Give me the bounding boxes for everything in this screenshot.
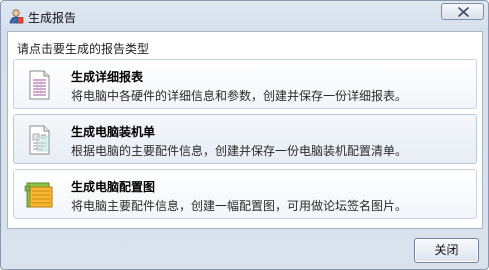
option-description: 根据电脑的主要配件信息，创建并保存一份电脑装机配置清单。 <box>71 144 408 158</box>
option-title: 生成电脑配置图 <box>71 180 156 194</box>
document-list-icon <box>29 125 50 155</box>
prompt-text: 请点击要生成的报告类型 <box>17 42 150 56</box>
close-icon <box>458 7 469 17</box>
report-dialog: 生成报告 请点击要生成的报告类型 生成详细报表 将电脑中各硬件的详细信息和参数，… <box>0 0 489 270</box>
window-title: 生成报告 <box>28 11 77 25</box>
content-panel: 请点击要生成的报告类型 生成详细报表 将电脑中各硬件的详细信息和参数，创建并保存… <box>7 31 483 229</box>
option-build-list[interactable]: 生成电脑装机单 根据电脑的主要配件信息，创建并保存一份电脑装机配置清单。 <box>13 114 477 164</box>
close-button[interactable]: 关闭 <box>414 238 479 263</box>
report-sheet-icon <box>29 70 50 100</box>
option-detailed-report[interactable]: 生成详细报表 将电脑中各硬件的详细信息和参数，创建并保存一份详细报表。 <box>13 59 477 109</box>
option-title: 生成电脑装机单 <box>71 125 156 139</box>
app-person-icon <box>9 9 24 24</box>
config-image-icon <box>24 182 53 208</box>
title-bar[interactable]: 生成报告 <box>1 1 488 31</box>
option-description: 将电脑主要配件信息，创建一幅配置图，可用做论坛签名图片。 <box>71 199 408 213</box>
option-description: 将电脑中各硬件的详细信息和参数，创建并保存一份详细报表。 <box>71 89 408 103</box>
window-close-button[interactable] <box>441 3 484 20</box>
option-config-image[interactable]: 生成电脑配置图 将电脑主要配件信息，创建一幅配置图，可用做论坛签名图片。 <box>13 169 477 219</box>
option-title: 生成详细报表 <box>71 70 144 84</box>
